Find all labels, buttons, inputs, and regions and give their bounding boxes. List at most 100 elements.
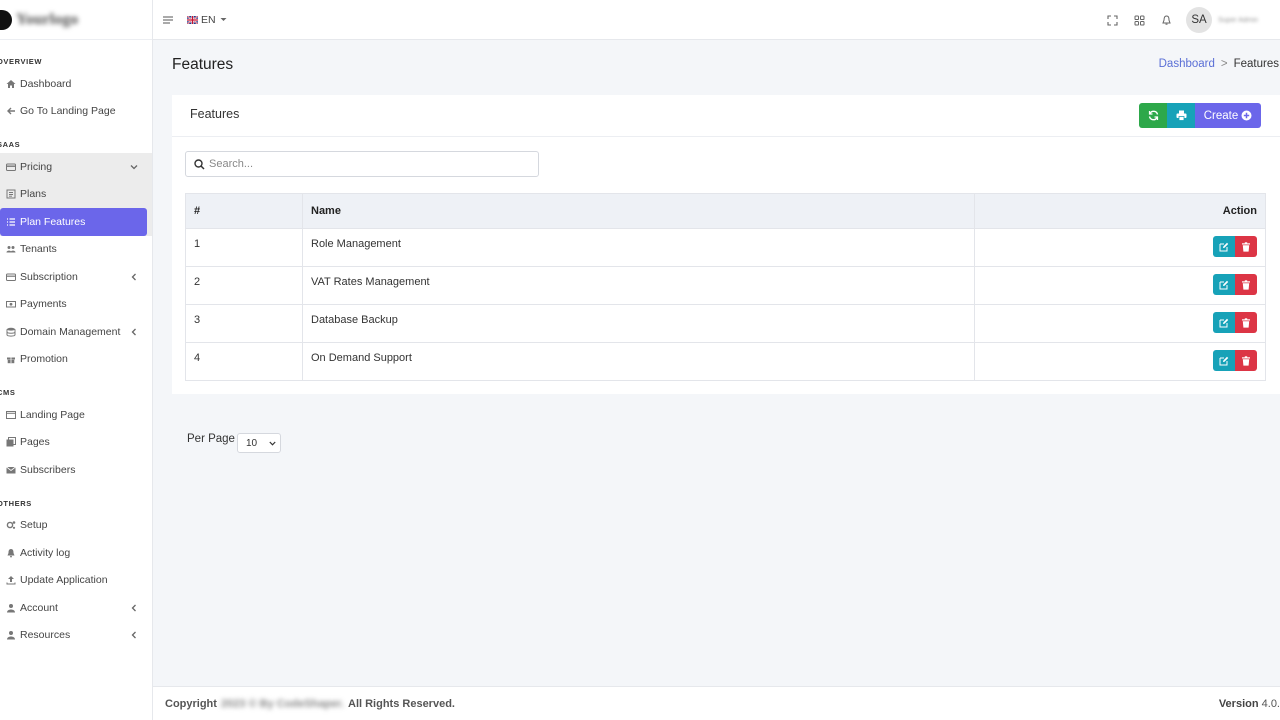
create-button[interactable]: Create — [1195, 103, 1261, 128]
upload-icon — [5, 575, 16, 586]
list-icon — [5, 216, 16, 227]
row-actions — [974, 266, 1266, 305]
avatar[interactable]: SA — [1186, 7, 1212, 33]
row-index: 3 — [185, 304, 303, 343]
sidebar-item-account[interactable]: Account — [0, 594, 152, 622]
card-actions: Create — [1139, 103, 1261, 128]
sidebar: Yourlogo Overview Dashboard Go To Landin… — [0, 0, 153, 720]
home-icon — [5, 78, 16, 89]
sidebar-item-subscription[interactable]: Subscription — [0, 263, 152, 291]
print-icon — [1176, 110, 1186, 121]
page-title: Features — [172, 56, 234, 73]
create-label: Create — [1203, 109, 1239, 122]
sidebar-item-pricing[interactable]: Pricing — [0, 153, 152, 181]
edit-button[interactable] — [1213, 236, 1235, 257]
plus-circle-icon — [1241, 110, 1252, 121]
card-header: Features Create — [172, 95, 1280, 137]
pricing-group: Pricing Plans Plan Features — [0, 153, 152, 236]
per-page-value: 10 — [245, 437, 258, 449]
row-index: 1 — [185, 228, 303, 267]
search-box — [185, 151, 539, 177]
sidebar-item-promotion[interactable]: Promotion — [0, 346, 152, 374]
sidebar-item-dashboard[interactable]: Dashboard — [0, 70, 152, 98]
nav-section-overview: Overview — [0, 57, 43, 66]
header-action: Action — [974, 193, 1266, 229]
card-icon — [5, 271, 16, 282]
topbar: EN SA Super Admin — [153, 0, 1280, 40]
sidebar-item-resources[interactable]: Resources — [0, 622, 152, 650]
table-row: 4 On Demand Support — [185, 342, 1266, 381]
notification-bell-icon[interactable] — [1159, 13, 1173, 27]
sidebar-item-label: Account — [20, 601, 58, 614]
sidebar-item-label: Landing Page — [20, 408, 85, 421]
brand-name: Yourlogo — [16, 10, 79, 28]
sidebar-item-payments[interactable]: Payments — [0, 291, 152, 319]
window-icon — [5, 409, 16, 420]
database-icon — [5, 326, 16, 337]
sidebar-item-plan-features[interactable]: Plan Features — [0, 208, 147, 236]
sidebar-item-plans[interactable]: Plans — [0, 181, 152, 209]
apps-grid-icon[interactable] — [1132, 13, 1146, 27]
features-table: # Name Action 1 Role Management 2 VAT Ra… — [185, 193, 1266, 381]
sidebar-item-label: Plans — [20, 188, 47, 201]
sidebar-item-pages[interactable]: Pages — [0, 429, 152, 457]
delete-button[interactable] — [1235, 236, 1257, 257]
sidebar-item-label: Go To Landing Page — [20, 105, 116, 118]
gift-icon — [5, 354, 16, 365]
footer: Copyright 2023 © By CodeShaper. All Righ… — [153, 686, 1280, 720]
language-label: EN — [201, 13, 216, 26]
chevron-left-icon — [130, 631, 138, 639]
search-input[interactable] — [209, 158, 509, 170]
credit-card-icon — [5, 161, 16, 172]
edit-button[interactable] — [1213, 274, 1235, 295]
delete-button[interactable] — [1235, 350, 1257, 371]
sidebar-item-label: Subscription — [20, 270, 78, 283]
cogs-icon — [5, 520, 16, 531]
edit-icon — [1219, 242, 1229, 251]
delete-button[interactable] — [1235, 274, 1257, 295]
sidebar-item-domain[interactable]: Domain Management — [0, 318, 152, 346]
sidebar-item-label: Pages — [20, 436, 50, 449]
users-icon — [5, 244, 16, 255]
sidebar-item-label: Pricing — [20, 160, 53, 173]
money-icon — [5, 299, 16, 310]
chevron-left-icon — [130, 328, 138, 336]
user-name[interactable]: Super Admin — [1218, 17, 1280, 24]
pages-icon — [5, 437, 16, 448]
card-title: Features — [190, 107, 240, 121]
edit-icon — [1219, 280, 1229, 289]
chevron-left-icon — [130, 604, 138, 612]
sidebar-item-landing[interactable]: Go To Landing Page — [0, 98, 152, 126]
sidebar-item-label: Update Application — [20, 574, 108, 587]
fullscreen-icon[interactable] — [1105, 13, 1119, 27]
copyright-prefix: Copyright — [165, 698, 217, 710]
sidebar-item-update-application[interactable]: Update Application — [0, 567, 152, 595]
per-page-select[interactable]: 10 — [236, 433, 281, 453]
breadcrumb-home-link[interactable]: Dashboard — [1159, 58, 1215, 70]
nav-section-others: Others — [0, 498, 32, 508]
edit-button[interactable] — [1213, 312, 1235, 333]
copyright-owner: 2023 © By CodeShaper. — [220, 698, 344, 710]
brand[interactable]: Yourlogo — [0, 0, 152, 40]
print-button[interactable] — [1167, 103, 1195, 128]
chevron-left-icon — [130, 273, 138, 281]
nav-section-saas: SaaS — [0, 140, 21, 149]
sidebar-item-subscribers[interactable]: Subscribers — [0, 456, 152, 484]
refresh-button[interactable] — [1139, 103, 1167, 128]
language-selector[interactable]: EN — [187, 14, 227, 26]
table-row: 2 VAT Rates Management — [185, 266, 1266, 305]
version-value: 4.0. — [1261, 698, 1280, 710]
sidebar-item-label: Promotion — [20, 353, 68, 366]
list-box-icon — [5, 189, 16, 200]
delete-button[interactable] — [1235, 312, 1257, 333]
sidebar-item-label: Dashboard — [20, 77, 72, 90]
header-index: # — [185, 193, 303, 229]
sidebar-item-activity-log[interactable]: Activity log — [0, 539, 152, 567]
refresh-icon — [1148, 110, 1158, 121]
edit-button[interactable] — [1213, 350, 1235, 371]
search-icon — [194, 158, 205, 170]
menu-toggle-icon[interactable] — [162, 15, 174, 25]
sidebar-item-tenants[interactable]: Tenants — [0, 236, 152, 264]
sidebar-item-setup[interactable]: Setup — [0, 512, 152, 540]
sidebar-item-landing-page[interactable]: Landing Page — [0, 401, 152, 429]
